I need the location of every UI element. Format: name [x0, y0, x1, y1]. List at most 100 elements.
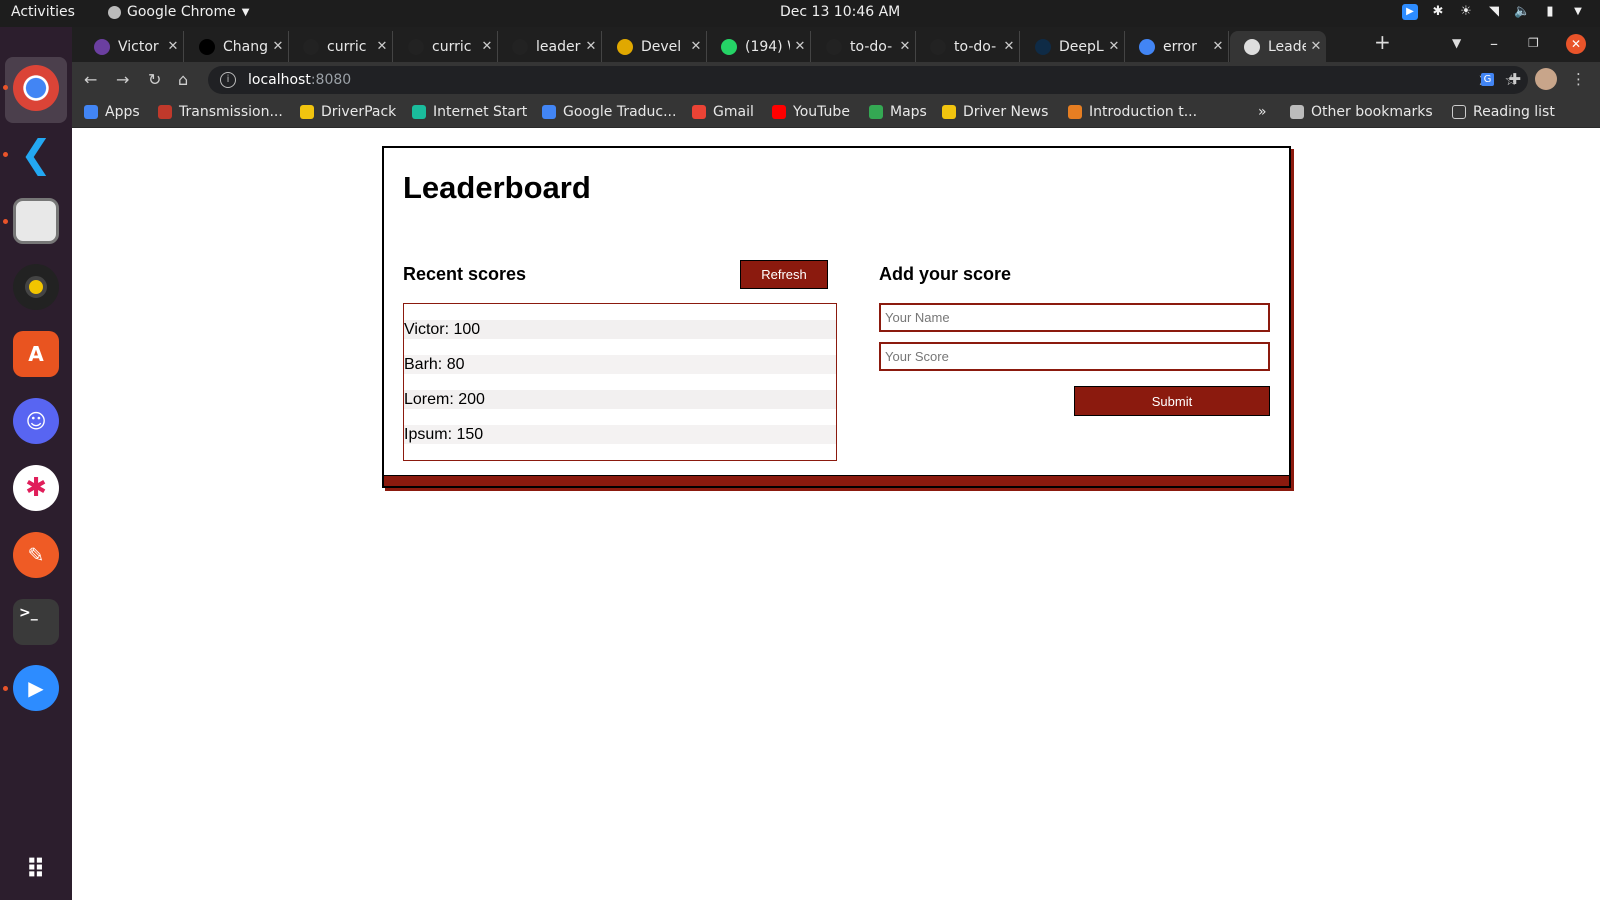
browser-tab[interactable]: (194) W✕	[707, 31, 811, 62]
maximize-button[interactable]: ❐	[1528, 36, 1539, 50]
browser-tab[interactable]: Chang ✕	[185, 31, 289, 62]
minimize-button[interactable]: –	[1490, 34, 1498, 53]
postman-icon[interactable]: ✎	[13, 532, 59, 578]
activities-button[interactable]: Activities	[11, 4, 75, 20]
rhythmbox-icon[interactable]	[13, 264, 59, 310]
forward-arrow-icon[interactable]: →	[116, 70, 129, 89]
browser-tab[interactable]: to-do- ✕	[812, 31, 916, 62]
back-arrow-icon[interactable]: ←	[84, 70, 97, 89]
browser-tab[interactable]: curric ✕	[394, 31, 498, 62]
bookmark-item[interactable]: Apps	[84, 104, 140, 120]
driverpack-icon	[942, 105, 956, 119]
browser-tab[interactable]: Victor ✕	[80, 31, 184, 62]
browser-tab[interactable]: curric ✕	[289, 31, 393, 62]
tab-title: (194) W	[745, 38, 790, 55]
address-port: :8080	[310, 72, 352, 88]
close-tab-icon[interactable]: ✕	[372, 39, 392, 54]
puzzle-icon[interactable]: ✚	[1508, 70, 1521, 88]
browser-tab[interactable]: DeepL ✕	[1021, 31, 1125, 62]
system-tray: ▶ ✱ ☀ ◥ 🔈 ▮ ▼	[1402, 4, 1586, 20]
show-applications-icon[interactable]: ⠿	[13, 847, 59, 893]
clock[interactable]: Dec 13 10:46 AM	[780, 4, 900, 20]
bookmark-item[interactable]: DriverPack	[300, 104, 396, 120]
app-icon	[94, 38, 110, 55]
tab-title: Devel	[641, 38, 682, 55]
tab-title: to-do-	[954, 38, 997, 55]
browser-tab[interactable]: leader ✕	[498, 31, 602, 62]
bookmark-item[interactable]: Gmail	[692, 104, 754, 120]
brightness-icon[interactable]: ☀	[1458, 4, 1474, 20]
bookmark-item[interactable]: Introduction t...	[1068, 104, 1197, 120]
tab-title: Leade	[1268, 38, 1306, 55]
name-input[interactable]	[879, 303, 1270, 332]
home-icon[interactable]: ⌂	[178, 70, 188, 89]
app-menu[interactable]: Google Chrome ▼	[108, 4, 249, 20]
other-bookmarks-label: Other bookmarks	[1311, 104, 1433, 120]
zoom-tray-icon[interactable]: ▶	[1402, 4, 1418, 20]
page-title: Leaderboard	[403, 170, 591, 205]
chevron-down-icon[interactable]: ▼	[1570, 4, 1586, 20]
wifi-icon[interactable]: ◥	[1486, 4, 1502, 20]
leaderboard-card: Leaderboard Recent scores Refresh Victor…	[382, 146, 1291, 488]
bookmark-item[interactable]: Driver News	[942, 104, 1048, 120]
kebab-menu-icon[interactable]: ⋮	[1571, 70, 1586, 88]
github-icon	[303, 38, 319, 55]
discord-icon[interactable]: ☺	[13, 398, 59, 444]
translate-extension-icon[interactable]: G	[1480, 72, 1495, 86]
page-viewport: Leaderboard Recent scores Refresh Victor…	[72, 128, 1600, 900]
slack-icon[interactable]: ✱	[13, 465, 59, 511]
browser-tab[interactable]: Leade ✕	[1230, 31, 1326, 62]
close-tab-icon[interactable]: ✕	[1104, 39, 1124, 54]
bookmark-label: Google Traduc...	[563, 104, 677, 120]
deepl-icon	[1035, 38, 1051, 55]
close-tab-icon[interactable]: ✕	[163, 39, 183, 54]
extensions-area: G ✚ ⋮	[1480, 68, 1586, 90]
tab-search-icon[interactable]: ▼	[1452, 36, 1461, 50]
score-item: Victor: 100	[404, 320, 836, 339]
close-tab-icon[interactable]: ✕	[268, 39, 288, 54]
bookmark-item[interactable]: Transmission...	[158, 104, 283, 120]
close-tab-icon[interactable]: ✕	[1306, 39, 1326, 54]
browser-tab[interactable]: Devel ✕	[603, 31, 707, 62]
terminal-icon[interactable]: >_	[13, 599, 59, 645]
other-bookmarks[interactable]: Other bookmarks	[1290, 104, 1433, 120]
globe-icon	[1244, 38, 1260, 55]
refresh-button[interactable]: Refresh	[740, 260, 828, 289]
volume-icon[interactable]: 🔈	[1514, 4, 1530, 20]
battery-icon[interactable]: ▮	[1542, 4, 1558, 20]
close-tab-icon[interactable]: ✕	[581, 39, 601, 54]
site-info-icon[interactable]: i	[220, 72, 236, 88]
software-center-icon[interactable]: A	[13, 331, 59, 377]
bookmarks-overflow-icon[interactable]: »	[1258, 104, 1267, 120]
close-window-button[interactable]: ✕	[1566, 34, 1586, 54]
slack-tray-icon[interactable]: ✱	[1430, 4, 1446, 20]
zoom-icon[interactable]: ▶	[13, 665, 59, 711]
score-input[interactable]	[879, 342, 1270, 371]
bookmark-item[interactable]: Internet Start	[412, 104, 527, 120]
close-tab-icon[interactable]: ✕	[999, 39, 1019, 54]
close-tab-icon[interactable]: ✕	[1208, 39, 1228, 54]
bookmark-item[interactable]: Google Traduc...	[542, 104, 676, 120]
close-tab-icon[interactable]: ✕	[477, 39, 497, 54]
devel-icon	[617, 38, 633, 55]
reading-list[interactable]: Reading list	[1452, 104, 1555, 120]
bookmark-item[interactable]: Maps	[869, 104, 927, 120]
bookmark-label: Maps	[890, 104, 927, 120]
chrome-window: + ▼ – ❐ ✕ Victor ✕ Chang ✕ curric ✕ curric ✕ lea…	[72, 27, 1600, 128]
submit-button[interactable]: Submit	[1074, 386, 1270, 416]
close-tab-icon[interactable]: ✕	[686, 39, 706, 54]
address-bar[interactable]: i localhost:8080 ➤ ☆	[208, 66, 1528, 94]
bookmark-label: YouTube	[793, 104, 850, 120]
files-icon[interactable]	[13, 198, 59, 244]
github-icon	[408, 38, 424, 55]
reload-icon[interactable]: ↻	[148, 70, 161, 89]
close-tab-icon[interactable]: ✕	[790, 39, 810, 54]
chrome-icon[interactable]	[13, 65, 59, 111]
new-tab-button[interactable]: +	[1374, 30, 1391, 54]
browser-tab[interactable]: to-do- ✕	[916, 31, 1020, 62]
close-tab-icon[interactable]: ✕	[895, 39, 915, 54]
bookmark-item[interactable]: YouTube	[772, 104, 850, 120]
browser-tab[interactable]: error ✕	[1125, 31, 1229, 62]
profile-avatar[interactable]	[1535, 68, 1557, 90]
vscode-icon[interactable]: ❮	[13, 131, 59, 177]
